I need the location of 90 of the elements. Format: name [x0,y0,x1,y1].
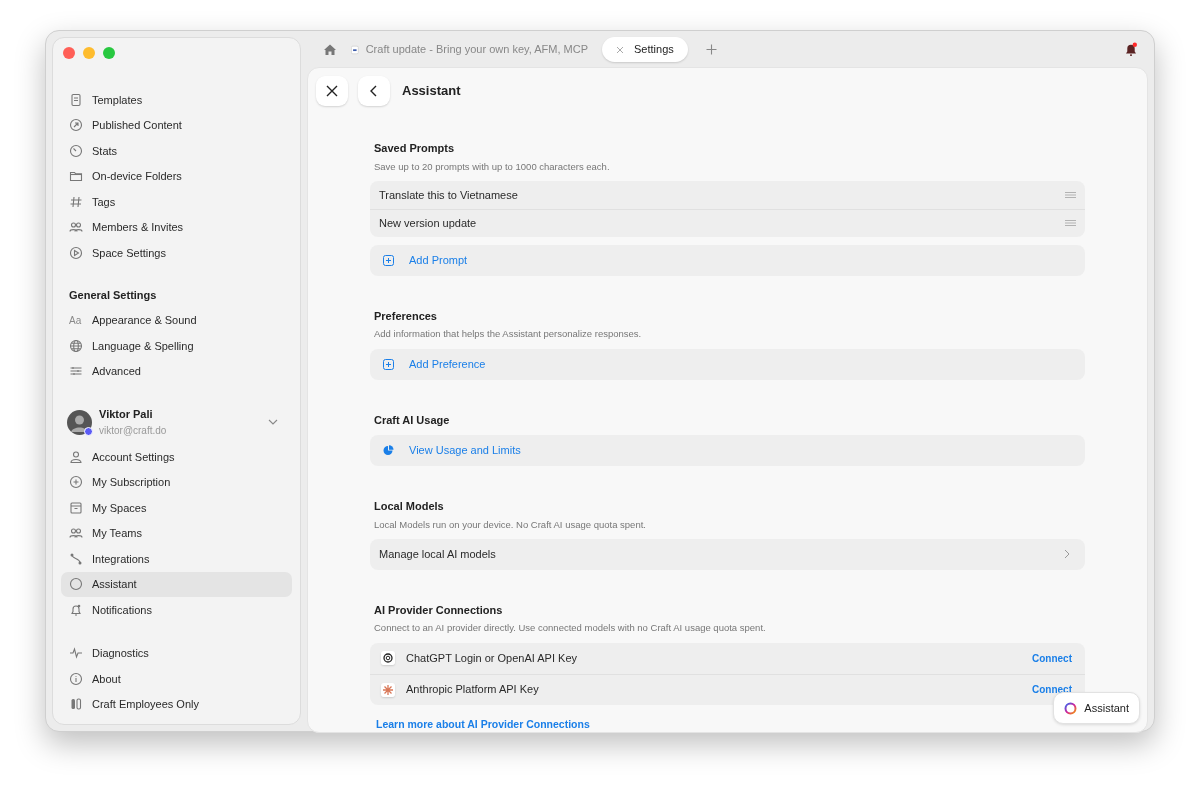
prompt-row[interactable]: Translate this to Vietnamese [370,180,1085,209]
globe-icon [69,338,83,353]
usage-link[interactable]: View Usage and Limits [370,435,1085,466]
new-tab-icon[interactable] [705,44,717,55]
sidebar-item[interactable]: Published Content [61,112,292,138]
row-label: Manage local AI models [379,547,497,562]
sidebar-item[interactable]: Craft Employees Only [61,691,292,717]
circle-icon [69,577,83,592]
minimize-window-button[interactable] [83,47,95,59]
folder-icon [69,169,83,184]
profile-name: Viktor Pali [99,407,154,423]
section-subtitle: Local Models run on your device. No Craft AI usage quota spent. [373,517,647,532]
page-title: Assistant [402,82,461,101]
section-title: Local Models [373,499,445,514]
chevron-down-icon[interactable] [268,419,278,425]
ring-icon [1064,701,1078,715]
sidebar-item[interactable]: On-device Folders [61,163,292,189]
hash-icon [69,194,83,209]
close-button[interactable] [316,76,348,106]
section-title: Preferences [373,308,438,324]
sidebar-item[interactable]: About [61,666,292,692]
section-subtitle: Connect to an AI provider directly. Use connected models with no Craft AI usage quota spent. [373,621,767,636]
test-tubes-icon [69,697,83,712]
assistant-button[interactable]: Assistant [1053,692,1140,725]
sidebar-item[interactable]: Account Settings [61,444,292,470]
people-icon [69,526,83,541]
arrow-circle-icon [69,118,83,133]
document-icon [69,92,83,107]
section-heading: General Settings [68,288,158,304]
bell-icon [69,602,83,617]
prompt-label: New version update [379,216,478,231]
sidebar-item[interactable]: Space Settings [61,240,292,266]
close-icon [326,85,338,97]
section-title: Saved Prompts [373,141,456,156]
sidebar-item[interactable]: Stats [61,138,292,164]
plus-square-icon [383,254,394,266]
document-icon [351,43,359,56]
sidebar-item[interactable]: My Teams [61,520,292,546]
sidebar-item[interactable]: Members & Invites [61,214,292,240]
avatar [67,409,92,435]
home-icon[interactable] [323,43,337,56]
navigation-row[interactable]: Manage local AI models [370,538,1085,570]
sidebar-item[interactable]: My Subscription [61,469,292,495]
sidebar-item[interactable]: Diagnostics [61,640,292,666]
connection-icon [69,551,83,566]
info-icon [69,671,83,686]
person-icon [69,449,83,464]
zoom-window-button[interactable] [103,47,115,59]
knot-logo-icon [381,651,395,665]
sidebar-item[interactable]: Assistant [61,571,292,597]
section-subtitle: Add information that helps the Assistant personalize responses. [373,327,643,342]
sidebar-item[interactable]: Aa Appearance & Sound [61,307,292,333]
section-title: Craft AI Usage [373,412,451,428]
people-icon [69,220,83,235]
section-title: AI Provider Connections [373,602,504,618]
connect-link[interactable]: Connect [1032,650,1072,666]
pie-chart-icon [383,445,394,456]
close-window-button[interactable] [63,47,75,59]
sidebar-item[interactable]: Notifications [61,597,292,623]
sidebar-item[interactable]: My Spaces [61,495,292,521]
sidebar-item[interactable]: Integrations [61,546,292,572]
add-button[interactable]: Add Prompt [370,244,1085,276]
archive-icon [69,500,83,515]
back-button[interactable] [358,76,390,106]
play-circle-icon [69,245,83,260]
sidebar-item[interactable]: Templates [61,87,292,113]
sidebar-item[interactable]: Language & Spelling [61,333,292,359]
pulse-icon [69,646,83,661]
provider-name: ChatGPT Login or OpenAI API Key [406,650,578,666]
learn-more-link[interactable]: Learn more about AI Provider Connections [370,716,596,733]
tab[interactable]: Settings [602,37,688,62]
sidebar-item[interactable]: Advanced [61,358,292,384]
prompt-label: Translate this to Vietnamese [379,187,519,203]
starburst-logo-icon [381,682,395,697]
add-button[interactable]: Add Preference [370,348,1085,380]
provider-name: Anthropic Platform API Key [406,682,540,698]
close-tab-icon[interactable] [616,45,624,54]
plus-circle-icon [69,475,83,490]
section-subtitle: Save up to 20 prompts with up to 1000 characters each. [373,159,611,174]
sidebar-item[interactable]: Tags [61,189,292,215]
back-icon [370,85,378,97]
profile-email: viktor@craft.do [99,423,168,438]
notification-bell-icon[interactable] [1124,42,1138,57]
plus-square-icon [383,358,394,370]
font-glyph-icon: Aa [69,312,83,328]
drag-handle-icon[interactable] [1065,220,1076,227]
clock-icon [69,143,83,158]
prompt-row[interactable]: New version update [370,208,1085,237]
drag-handle-icon[interactable] [1065,191,1076,198]
chevron-right-icon [1064,549,1070,560]
